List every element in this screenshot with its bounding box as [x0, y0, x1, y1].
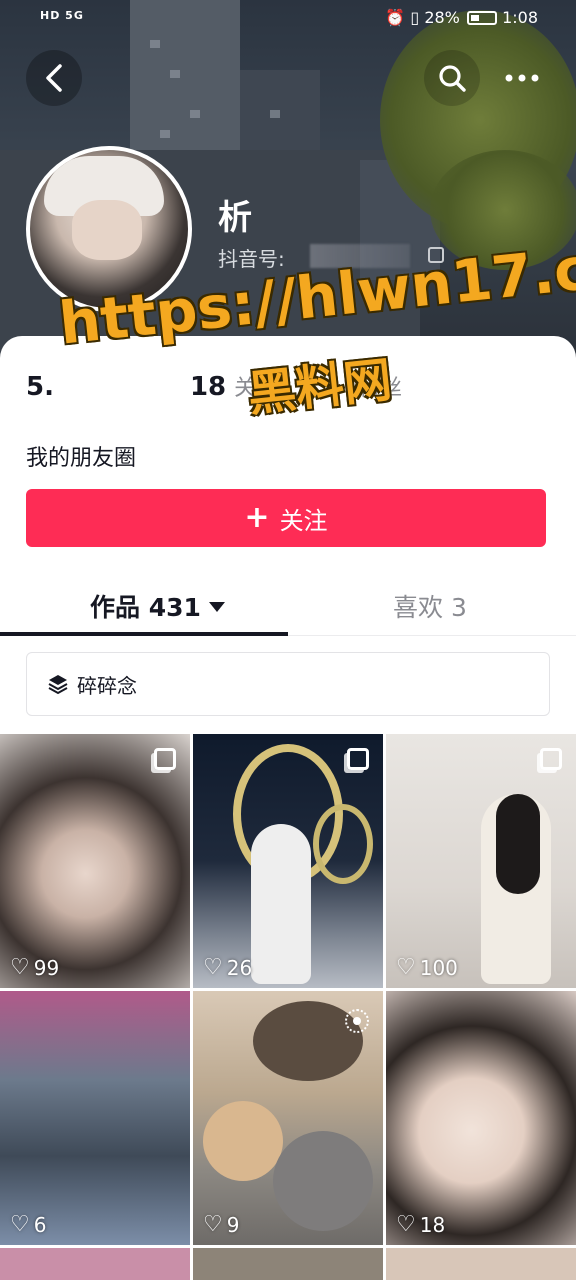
- tab-works-label: 作品 431: [90, 593, 201, 622]
- collection-label: 碎碎念: [77, 673, 137, 698]
- post-likes: ♡ 26: [203, 955, 252, 980]
- watermark-site-name: 黑料网: [245, 351, 395, 423]
- heart-icon: ♡: [203, 955, 223, 980]
- more-horizontal-icon: [505, 74, 539, 82]
- post-likes: ♡ 99: [10, 955, 59, 980]
- heart-icon: ♡: [10, 955, 30, 980]
- post-tile[interactable]: ♡ 100: [386, 734, 576, 988]
- status-bar: HD 5G ⏰ ▯ 28% 1:08: [0, 0, 576, 36]
- alarm-icon: ⏰: [385, 8, 406, 27]
- network-indicator: HD 5G: [40, 9, 84, 22]
- caret-down-icon: [208, 602, 225, 612]
- heart-icon: ♡: [396, 1212, 416, 1237]
- search-icon: [439, 65, 466, 92]
- post-tile[interactable]: ♡ 9: [193, 991, 383, 1245]
- tab-likes-label: 喜欢 3: [393, 593, 467, 622]
- multi-image-icon: [154, 748, 176, 770]
- heart-icon: ♡: [203, 1212, 223, 1237]
- post-tile[interactable]: ♡ 26: [193, 734, 383, 988]
- chevron-left-icon: [46, 64, 62, 92]
- tab-works[interactable]: 作品 431: [90, 588, 225, 624]
- stat-likes-value: 5.: [26, 372, 54, 402]
- profile-bio: 我的朋友圈: [26, 446, 137, 471]
- vibrate-icon: ▯: [410, 8, 420, 27]
- search-button[interactable]: [424, 50, 480, 106]
- heart-icon: ♡: [10, 1212, 30, 1237]
- content-tabs: 作品 431 喜欢 3: [0, 572, 576, 636]
- heart-icon: ♡: [396, 955, 416, 980]
- nickname: 析: [218, 198, 252, 238]
- post-tile[interactable]: [0, 1248, 190, 1280]
- post-likes: ♡ 18: [396, 1212, 445, 1237]
- multi-image-icon: [540, 748, 562, 770]
- tab-indicator: [0, 632, 288, 636]
- tab-likes[interactable]: 喜欢 3: [393, 588, 467, 624]
- post-tile[interactable]: ♡ 99: [0, 734, 190, 988]
- post-tile[interactable]: ♡ 18: [386, 991, 576, 1245]
- collection-card[interactable]: 碎碎念: [26, 652, 550, 716]
- battery-percent: 28%: [424, 8, 460, 27]
- stat-following-value[interactable]: 18: [190, 372, 226, 402]
- post-likes-count: 26: [226, 955, 253, 980]
- status-right: ⏰ ▯ 28% 1:08: [385, 8, 538, 27]
- follow-button[interactable]: + 关注: [26, 489, 546, 547]
- post-tile[interactable]: [193, 1248, 383, 1280]
- post-likes-count: 99: [33, 955, 60, 980]
- multi-image-icon: [347, 748, 369, 770]
- post-likes-count: 9: [226, 1212, 240, 1237]
- battery-icon: [466, 11, 497, 25]
- more-button[interactable]: [494, 50, 550, 106]
- plus-icon: +: [244, 500, 270, 535]
- post-tile[interactable]: ♡ 6: [0, 991, 190, 1245]
- post-likes-count: 18: [419, 1212, 446, 1237]
- layers-icon: [48, 675, 68, 695]
- post-likes-count: 100: [419, 955, 458, 980]
- back-button[interactable]: [26, 50, 82, 106]
- live-photo-icon: [345, 1009, 369, 1033]
- post-tile[interactable]: [386, 1248, 576, 1280]
- post-likes: ♡ 6: [10, 1212, 46, 1237]
- clock: 1:08: [502, 8, 538, 27]
- post-likes-count: 6: [33, 1212, 47, 1237]
- follow-button-label: 关注: [279, 506, 328, 535]
- post-likes: ♡ 9: [203, 1212, 239, 1237]
- post-likes: ♡ 100: [396, 955, 458, 980]
